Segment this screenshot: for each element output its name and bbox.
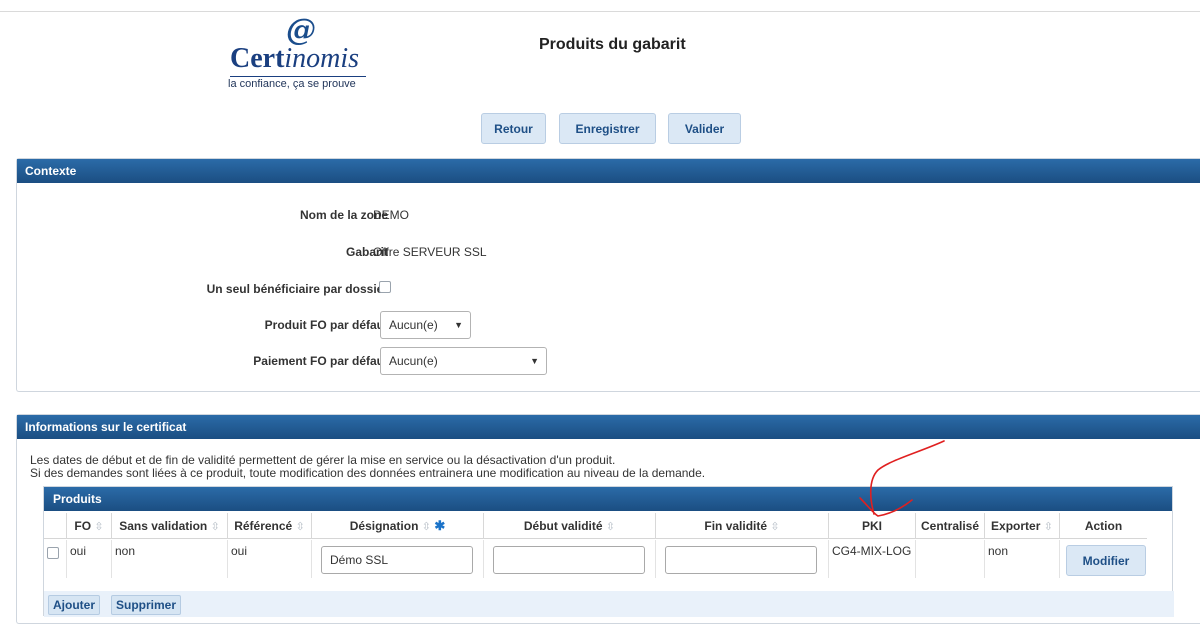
top-divider	[0, 11, 1200, 12]
col-designation-label: Désignation	[349, 519, 419, 533]
certinomis-logo: @ Certinomis la confiance, ça se prouve	[226, 16, 376, 92]
col-centralized-label: Centralisé	[920, 519, 980, 533]
default-payment-label: Paiement FO par défaut	[253, 354, 388, 368]
col-export[interactable]: Exporter ⇳	[984, 513, 1059, 539]
page-title: Produits du gabarit	[539, 36, 686, 53]
designation-input[interactable]: Démo SSL	[321, 546, 473, 574]
col-start-validity[interactable]: Début validité ⇳	[483, 513, 655, 539]
default-product-value: Aucun(e)	[389, 318, 438, 332]
cell-designation: Démo SSL	[311, 540, 483, 578]
table-footer	[44, 591, 1174, 617]
cell-end-validity	[655, 540, 828, 578]
chevron-down-icon: ▼	[530, 356, 539, 366]
default-product-select[interactable]: Aucun(e) ▼	[380, 311, 471, 339]
certificate-panel-title: Informations sur le certificat	[17, 415, 1200, 439]
cell-pki: CG4-MIX-LOG	[828, 540, 915, 578]
sort-arrows-icon[interactable]: ⇳	[94, 521, 103, 533]
sort-arrows-icon[interactable]: ⇳	[296, 521, 305, 533]
col-end-label: Fin validité	[704, 519, 768, 533]
default-payment-value: Aucun(e)	[389, 354, 438, 368]
add-button[interactable]: Ajouter	[48, 595, 100, 615]
logo-wordmark: Certinomis	[230, 43, 359, 75]
modify-button[interactable]: Modifier	[1066, 545, 1146, 576]
cell-sans-validation: non	[111, 540, 227, 578]
delete-button[interactable]: Supprimer	[111, 595, 182, 615]
col-sans-validation-label: Sans validation	[119, 519, 208, 533]
sort-arrows-icon[interactable]: ⇳	[770, 521, 779, 533]
logo-underline	[230, 76, 366, 77]
end-validity-input[interactable]	[665, 546, 817, 574]
zone-name-value: DEMO	[373, 208, 409, 222]
row-select-cell	[44, 540, 66, 578]
cell-centralized	[915, 540, 984, 578]
col-end-validity[interactable]: Fin validité ⇳	[655, 513, 828, 539]
col-pki: PKI	[828, 513, 915, 539]
row-select-checkbox[interactable]	[47, 547, 59, 559]
sort-arrows-icon[interactable]: ⇳	[606, 521, 615, 533]
sort-arrows-icon[interactable]: ⇳	[422, 521, 431, 533]
products-table-header: FO ⇳ Sans validation ⇳ Référencé ⇳ Désig…	[44, 513, 1147, 539]
chevron-down-icon: ▼	[454, 320, 463, 330]
col-reference-label: Référencé	[234, 519, 293, 533]
template-value: Offre SERVEUR SSL	[373, 245, 487, 259]
col-fo-label: FO	[74, 519, 92, 533]
col-centralized: Centralisé	[915, 513, 984, 539]
info-text-line2: Si des demandes sont liées à ce produit,…	[30, 466, 706, 480]
single-beneficiary-label: Un seul bénéficiaire par dossier	[206, 282, 388, 296]
sort-arrows-icon[interactable]: ⇳	[211, 521, 220, 533]
asterisk-icon: ✱	[434, 518, 446, 533]
context-panel: Contexte Nom de la zone DEMO Gabarit Off…	[16, 158, 1200, 392]
logo-word-italic: inomis	[284, 43, 360, 74]
start-validity-input[interactable]	[493, 546, 645, 574]
col-reference[interactable]: Référencé ⇳	[227, 513, 311, 539]
back-button[interactable]: Retour	[481, 113, 546, 144]
col-action-label: Action	[1084, 519, 1123, 533]
col-fo[interactable]: FO ⇳	[66, 513, 111, 539]
cell-reference: oui	[227, 540, 311, 578]
context-panel-title: Contexte	[17, 159, 1200, 183]
sort-arrows-icon[interactable]: ⇳	[1044, 521, 1053, 533]
products-title: Produits	[44, 487, 1172, 511]
products-table-panel: Produits FO ⇳ Sans validation ⇳ Référenc…	[43, 486, 1174, 617]
cell-export: non	[984, 540, 1059, 578]
col-designation[interactable]: Désignation ⇳ ✱	[311, 513, 483, 539]
info-text-line1: Les dates de début et de fin de validité…	[30, 453, 616, 467]
single-beneficiary-checkbox[interactable]	[379, 281, 391, 293]
default-product-label: Produit FO par défaut	[264, 318, 388, 332]
default-payment-select[interactable]: Aucun(e) ▼	[380, 347, 547, 375]
col-export-label: Exporter	[991, 519, 1041, 533]
col-action: Action	[1059, 513, 1147, 539]
logo-tagline: la confiance, ça se prouve	[228, 78, 356, 90]
col-sans-validation[interactable]: Sans validation ⇳	[111, 513, 227, 539]
col-select	[44, 513, 66, 539]
logo-word-bold: Cert	[230, 43, 285, 74]
cell-start-validity	[483, 540, 655, 578]
cell-fo: oui	[66, 540, 111, 578]
logo-at-symbol: @	[286, 13, 316, 48]
col-start-label: Début validité	[523, 519, 603, 533]
table-row: oui non oui Démo SSL CG4-MIX-LOG non Mod…	[44, 540, 1147, 578]
save-button[interactable]: Enregistrer	[559, 113, 656, 144]
validate-button[interactable]: Valider	[668, 113, 741, 144]
col-pki-label: PKI	[861, 519, 882, 533]
cell-action: Modifier	[1059, 540, 1147, 578]
